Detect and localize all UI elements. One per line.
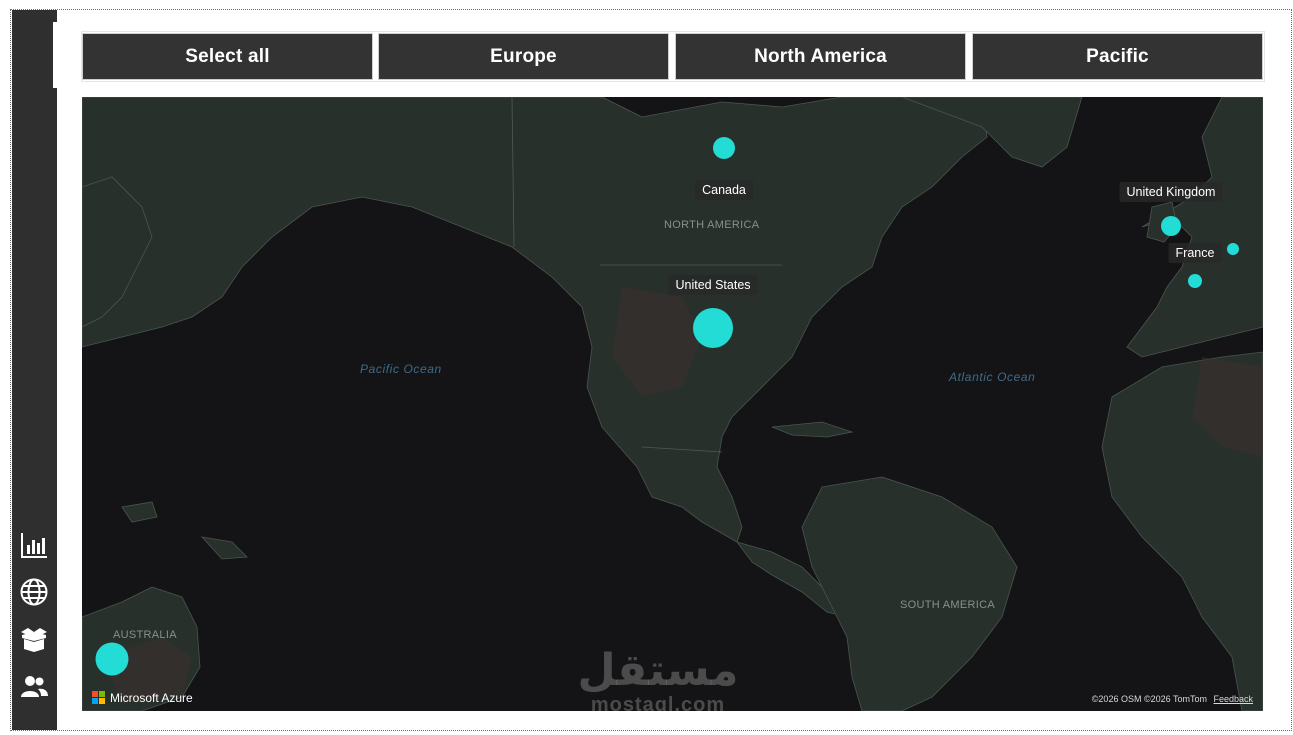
attribution-text: ©2026 OSM ©2026 TomTom [1091, 694, 1207, 704]
bubble-united-kingdom[interactable] [1161, 216, 1181, 236]
slicer-europe[interactable]: Europe [378, 33, 669, 80]
ocean-label-pacific: Pacific Ocean [360, 362, 442, 376]
sidebar-active-indicator [53, 22, 57, 88]
bubble-australia[interactable] [95, 642, 129, 676]
bubble-canada[interactable] [713, 137, 735, 159]
label-canada: Canada [695, 180, 753, 200]
bubble-france[interactable] [1188, 274, 1202, 288]
users-icon[interactable] [17, 669, 51, 703]
microsoft-logo-icon [92, 691, 106, 705]
bar-chart-icon[interactable] [17, 528, 51, 562]
slicer-pacific[interactable]: Pacific [972, 33, 1263, 80]
bubble-germany[interactable] [1227, 243, 1239, 255]
watermark-latin: mostaql.com [590, 694, 726, 711]
label-united-kingdom: United Kingdom [1119, 182, 1223, 202]
microsoft-azure-logo: Microsoft Azure [92, 691, 193, 705]
azure-logo-text: Microsoft Azure [110, 691, 193, 705]
feedback-link[interactable]: Feedback [1213, 694, 1253, 704]
map-attribution: ©2026 OSM ©2026 TomTom Feedback [1092, 694, 1253, 704]
basemap [82, 97, 1263, 711]
label-united-states: United States [668, 275, 758, 295]
ocean-label-atlantic: Atlantic Ocean [949, 370, 1036, 384]
watermark-arabic: مستقل [577, 645, 739, 696]
slicer-north-america[interactable]: North America [675, 33, 966, 80]
region-label-south-america: SOUTH AMERICA [900, 599, 995, 611]
bubble-united-states[interactable] [693, 308, 733, 348]
map-visual[interactable]: NORTH AMERICA SOUTH AMERICA AUSTRALIA Pa… [82, 97, 1263, 711]
region-label-north-america: NORTH AMERICA [664, 219, 760, 231]
label-france: France [1168, 243, 1222, 263]
slicer-select-all[interactable]: Select all [82, 33, 373, 80]
globe-icon[interactable] [17, 575, 51, 609]
box-icon[interactable] [17, 622, 51, 656]
region-label-australia: AUSTRALIA [113, 629, 177, 641]
mostaql-watermark: مستقل mostaql.com [568, 645, 748, 712]
